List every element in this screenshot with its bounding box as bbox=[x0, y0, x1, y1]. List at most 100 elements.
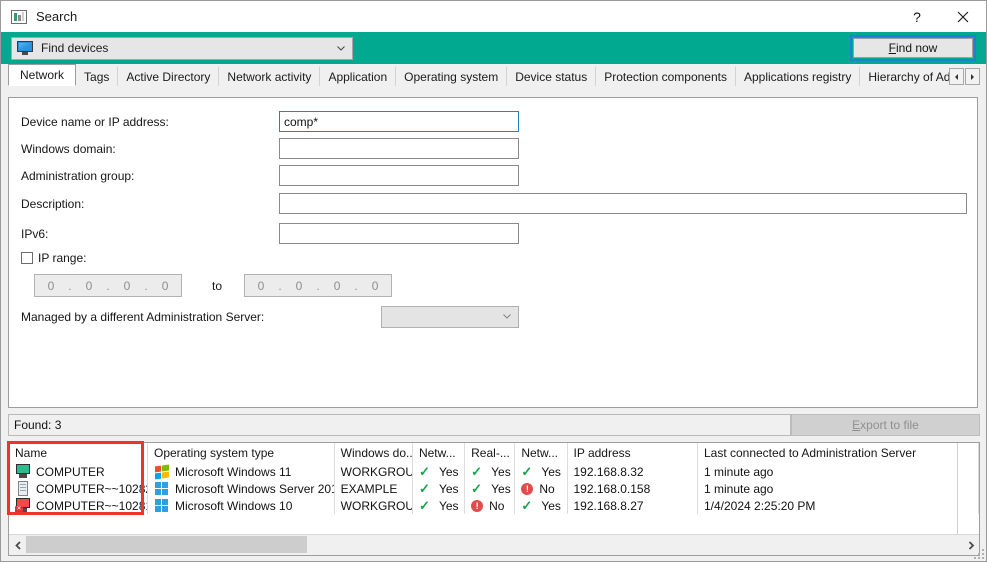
search-scope-dropdown[interactable]: Find devices bbox=[11, 36, 353, 60]
field-row-ip-range: IP range: bbox=[21, 251, 86, 265]
tab-list: Network Tags Active Directory Network ac… bbox=[8, 64, 949, 86]
results-grid-viewport: Name Operating system type Windows do...… bbox=[9, 443, 979, 535]
value-text: Yes bbox=[438, 481, 459, 496]
column-header-windows-domain[interactable]: Windows do... bbox=[334, 443, 413, 463]
find-now-label: ind now bbox=[895, 41, 938, 55]
ip-range-checkbox[interactable] bbox=[21, 252, 33, 264]
tab-label: Device status bbox=[515, 70, 588, 84]
ipv6-input[interactable] bbox=[279, 223, 519, 244]
tab-scroll-right-button[interactable] bbox=[965, 68, 980, 85]
administration-group-input[interactable] bbox=[279, 165, 519, 186]
cell-name: ✕ COMPUTER~~10281 bbox=[9, 497, 148, 514]
tab-device-status[interactable]: Device status bbox=[506, 66, 597, 86]
field-row-ipv6: IPv6: bbox=[21, 223, 531, 244]
tab-label: Network bbox=[20, 68, 65, 82]
ip-range-to-input[interactable]: 0. 0. 0. 0 bbox=[244, 274, 393, 297]
results-horizontal-scrollbar[interactable] bbox=[9, 534, 979, 555]
ip-from-octet-4: 0 bbox=[161, 278, 169, 293]
cell-realtime-protection: ! No bbox=[464, 497, 516, 514]
tab-network-activity[interactable]: Network activity bbox=[218, 66, 321, 86]
column-header-network-status[interactable]: Netw... bbox=[514, 443, 568, 463]
cell-realtime-protection: ✓ Yes bbox=[464, 463, 516, 480]
cell-last-connected: 1 minute ago bbox=[697, 480, 979, 497]
label-administration-group: Administration group: bbox=[21, 168, 135, 183]
scrollbar-track[interactable] bbox=[26, 535, 962, 555]
tab-protection-components[interactable]: Protection components bbox=[595, 66, 736, 86]
value-text: Yes bbox=[438, 464, 459, 479]
tab-active-directory[interactable]: Active Directory bbox=[117, 66, 220, 86]
label-managed-by: Managed by a different Administration Se… bbox=[21, 310, 265, 324]
cell-network-agent: ✓ Yes bbox=[412, 497, 466, 514]
tab-tags[interactable]: Tags bbox=[75, 66, 119, 86]
export-accel: E bbox=[852, 418, 861, 432]
windows-domain-input[interactable] bbox=[279, 138, 519, 159]
label-device-name: Device name or IP address: bbox=[21, 114, 169, 129]
field-row-managed-by: Managed by a different Administration Se… bbox=[21, 306, 531, 328]
cell-windows-domain: WORKGROUP bbox=[334, 463, 413, 480]
tab-label: Applications registry bbox=[743, 70, 852, 84]
tab-scroll-left-button[interactable] bbox=[949, 68, 964, 85]
search-scope-bar: Find devices Find now bbox=[1, 32, 986, 64]
column-header-realtime-protection[interactable]: Real-... bbox=[464, 443, 516, 463]
tab-applications-registry[interactable]: Applications registry bbox=[734, 66, 861, 86]
tab-hierarchy-of-administration-servers[interactable]: Hierarchy of Administration Servers bbox=[859, 66, 949, 86]
check-icon: ✓ bbox=[418, 463, 430, 479]
check-icon: ✓ bbox=[521, 497, 533, 513]
managed-by-dropdown[interactable] bbox=[381, 306, 519, 328]
table-row[interactable]: ✕ COMPUTER~~10281 Microsoft Windows 10 W… bbox=[9, 497, 979, 514]
ip-range-fields: 0. 0. 0. 0 to 0. 0. 0. 0 bbox=[34, 274, 393, 297]
table-row[interactable]: COMPUTER Microsoft Windows 11 WORKGROUP … bbox=[9, 463, 979, 480]
ip-to-octet-3: 0 bbox=[333, 278, 341, 293]
cell-ip-address: 192.168.8.27 bbox=[567, 497, 698, 514]
tab-application[interactable]: Application bbox=[319, 66, 397, 86]
tab-operating-system[interactable]: Operating system bbox=[395, 66, 508, 86]
ip-range-from-input[interactable]: 0. 0. 0. 0 bbox=[34, 274, 182, 297]
triangle-left-icon bbox=[953, 73, 960, 81]
column-header-os-type[interactable]: Operating system type bbox=[147, 443, 335, 463]
close-icon bbox=[957, 11, 969, 23]
search-scope-value: Find devices bbox=[41, 41, 109, 55]
field-row-device-name: Device name or IP address: bbox=[21, 111, 531, 132]
cell-network-status: ! No bbox=[514, 480, 568, 497]
tab-scroll-buttons bbox=[949, 68, 986, 86]
title-bar: Search ? bbox=[1, 1, 986, 32]
resize-grip[interactable] bbox=[971, 546, 984, 559]
device-name-text: COMPUTER~~10281 bbox=[36, 498, 148, 513]
tab-network[interactable]: Network bbox=[8, 64, 77, 86]
found-count-label: Found: 3 bbox=[14, 418, 62, 432]
column-header-name[interactable]: Name bbox=[9, 443, 148, 463]
help-button[interactable]: ? bbox=[894, 1, 940, 32]
column-header-ip-address[interactable]: IP address bbox=[567, 443, 698, 463]
windows-modern-icon bbox=[154, 498, 170, 513]
device-name-text: COMPUTER bbox=[36, 464, 105, 479]
ip-dot: . bbox=[354, 278, 358, 293]
ip-dot: . bbox=[144, 278, 148, 293]
tab-label: Application bbox=[328, 70, 388, 84]
device-name-input[interactable] bbox=[279, 111, 519, 132]
find-now-button[interactable]: Find now bbox=[853, 38, 973, 58]
label-ipv6: IPv6: bbox=[21, 226, 49, 241]
cell-network-status: ✓ Yes bbox=[514, 497, 568, 514]
scrollbar-thumb[interactable] bbox=[26, 536, 307, 553]
field-row-administration-group: Administration group: bbox=[21, 165, 531, 186]
windows-flag-icon bbox=[154, 464, 170, 480]
triangle-right-icon bbox=[969, 73, 976, 81]
tab-label: Operating system bbox=[404, 70, 499, 84]
column-header-network-agent[interactable]: Netw... bbox=[412, 443, 466, 463]
value-text: Yes bbox=[491, 464, 511, 479]
field-row-description: Description: bbox=[21, 193, 967, 214]
cell-name: COMPUTER~~10282 bbox=[9, 480, 148, 497]
results-table: Name Operating system type Windows do...… bbox=[9, 443, 979, 514]
column-header-last-connected[interactable]: Last connected to Administration Server bbox=[697, 443, 979, 463]
description-input[interactable] bbox=[279, 193, 967, 214]
tab-label: Hierarchy of Administration Servers bbox=[868, 70, 949, 84]
table-row[interactable]: COMPUTER~~10282 Microsoft Windows Server… bbox=[9, 480, 979, 497]
export-to-file-button[interactable]: Export to file bbox=[791, 414, 980, 436]
find-now-accel: F bbox=[888, 41, 896, 55]
ip-from-octet-3: 0 bbox=[123, 278, 131, 293]
ip-from-octet-2: 0 bbox=[85, 278, 93, 293]
close-button[interactable] bbox=[940, 1, 986, 32]
found-count-bar: Found: 3 bbox=[8, 414, 791, 436]
scroll-left-icon[interactable] bbox=[9, 535, 26, 555]
label-ip-range-separator: to bbox=[212, 278, 223, 293]
